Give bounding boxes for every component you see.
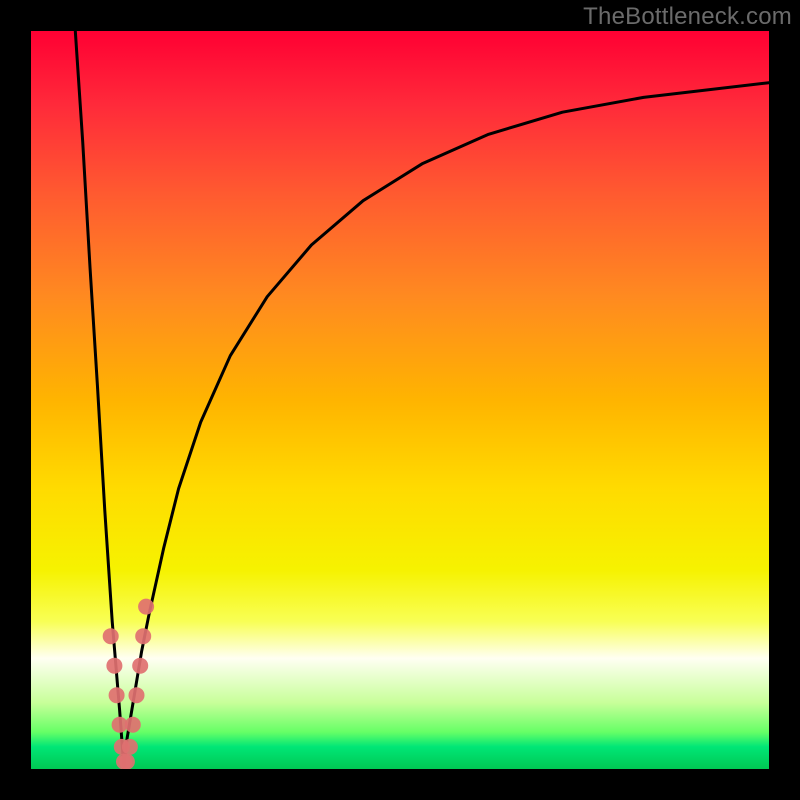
data-point: [109, 687, 125, 703]
plot-area: [31, 31, 769, 769]
data-point: [103, 628, 119, 644]
chart-frame: TheBottleneck.com: [0, 0, 800, 800]
data-point: [125, 717, 141, 733]
watermark-text: TheBottleneck.com: [583, 3, 792, 31]
data-point: [132, 658, 148, 674]
data-point: [135, 628, 151, 644]
data-point: [119, 754, 135, 769]
data-point: [138, 599, 154, 615]
data-point: [122, 739, 138, 755]
bottleneck-curve: [75, 31, 769, 769]
data-point: [129, 687, 145, 703]
data-point: [106, 658, 122, 674]
curve-svg: [31, 31, 769, 769]
